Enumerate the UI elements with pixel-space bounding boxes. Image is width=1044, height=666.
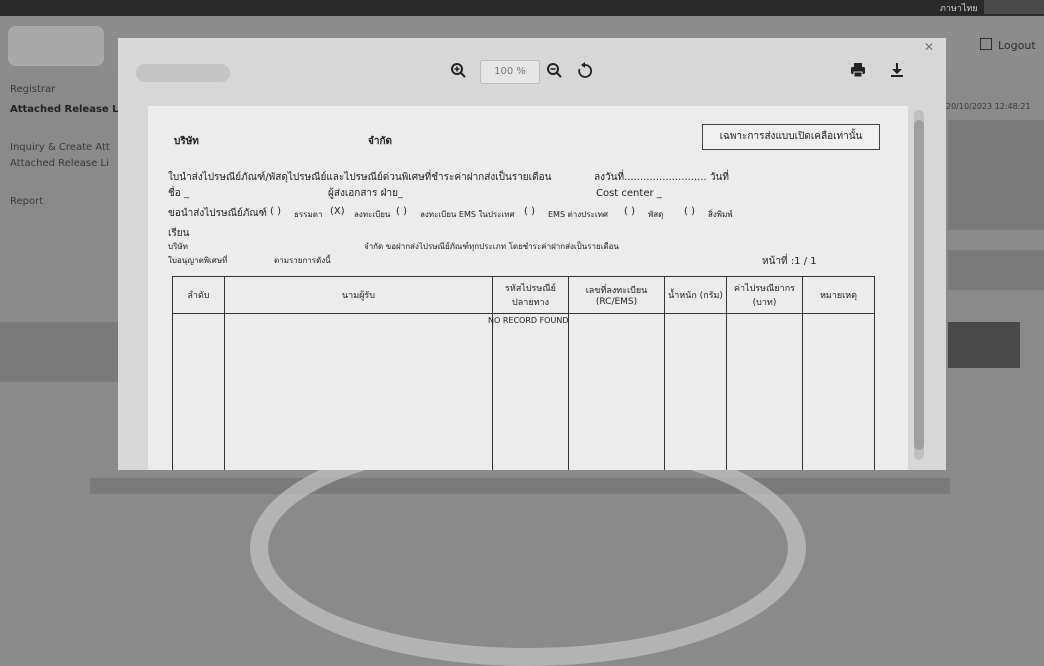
zoom-out-icon[interactable] [546, 62, 562, 82]
table-cell [172, 313, 225, 470]
logout-button[interactable]: Logout [980, 38, 1036, 52]
to-label: เรียน [168, 228, 190, 239]
option-4-mark: ( ) [524, 206, 535, 217]
items-table: ลำดับ นามผู้รับ รหัสไปรษณีย์ ปลายทาง เลข… [172, 276, 875, 470]
table-cell [726, 313, 803, 470]
sidebar-item-registrar[interactable]: Registrar [10, 84, 55, 95]
document-title-placeholder [136, 64, 230, 82]
col-seq: ลำดับ [172, 276, 225, 314]
pdf-viewer-modal: 100 % บริษัท จำกัด เฉพาะการส่งแบบเปิดเคล… [118, 38, 946, 470]
date-line: ลงวันที่.......................... วันที… [594, 172, 729, 183]
sidebar-item-inquiry-create[interactable]: Inquiry & Create Att [10, 142, 110, 153]
name-label: ชื่อ _ [168, 188, 189, 199]
license-label: ใบอนุญาตพิเศษที่ [168, 256, 228, 265]
document-page: บริษัท จำกัด เฉพาะการส่งแบบเปิดเคลือเท่า… [148, 106, 908, 470]
col-postcode: รหัสไปรษณีย์ ปลายทาง [492, 276, 569, 314]
company-line-right: จำกัด ขอฝากส่งไปรษณีย์ภัณฑ์ทุกประเภท โดย… [364, 242, 619, 251]
list-label: ตามรายการดังนี้ [274, 256, 331, 265]
table-cell [224, 313, 493, 470]
app-logo [8, 26, 104, 66]
option-1-text: ธรรมดา [294, 210, 323, 219]
option-4-text: EMS ต่างประเทศ [548, 210, 608, 219]
sender-label: ผู้ส่งเอกสาร ฝ่าย_ [328, 188, 403, 199]
zoom-level-field[interactable]: 100 % [480, 60, 540, 84]
option-5-text: พัสดุ [648, 210, 664, 219]
option-2-text: ลงทะเบียน [354, 210, 391, 219]
page-number: หน้าที่ :1 / 1 [762, 256, 817, 267]
download-icon[interactable] [890, 62, 904, 82]
form-title: ใบนำส่งไปรษณีย์ภัณฑ์/พัสดุไปรษณีย์และไปร… [168, 172, 552, 183]
close-icon[interactable]: ✕ [924, 40, 934, 54]
top-bar [0, 0, 1044, 16]
current-datetime: 20/10/2023 12:48:21 [946, 102, 1031, 111]
background-button [948, 322, 1020, 368]
option-1-mark: ( ) [270, 206, 281, 217]
col-recipient: นามผู้รับ [224, 276, 493, 314]
logout-icon [980, 38, 992, 50]
option-5-mark: ( ) [624, 206, 635, 217]
rotate-icon[interactable] [576, 62, 594, 84]
table-cell [568, 313, 665, 470]
cost-center-label: Cost center _ [596, 188, 662, 199]
option-6-mark: ( ) [684, 206, 695, 217]
logout-label: Logout [998, 39, 1036, 52]
option-6-text: สิ่งพิมพ์ [708, 210, 733, 219]
restriction-badge: เฉพาะการส่งแบบเปิดเคลือเท่านั้น [702, 124, 880, 150]
option-3-mark: ( ) [396, 206, 407, 217]
zoom-value: 100 [494, 66, 514, 77]
sidebar-item-report[interactable]: Report [10, 196, 43, 207]
print-icon[interactable] [850, 62, 866, 82]
sidebar-item-attached-release[interactable]: Attached Release Le [10, 104, 125, 115]
language-switch-alt[interactable] [984, 0, 1044, 14]
option-3-text: ลงทะเบียน EMS ในประเทศ [420, 210, 515, 219]
company-prefix: บริษัท [174, 136, 199, 147]
zoom-in-icon[interactable] [450, 62, 466, 82]
col-weight: น้ำหนัก (กรัม) [664, 276, 727, 314]
no-record-message: NO RECORD FOUND [488, 316, 569, 325]
background-row [0, 322, 118, 382]
background-panel-2 [948, 250, 1044, 290]
company-suffix: จำกัด [368, 136, 393, 147]
col-postage: ค่าไปรษณียากร (บาท) [726, 276, 803, 314]
table-cell [492, 313, 569, 470]
mail-types-label: ขอนำส่งไปรษณีย์ภัณฑ์ [168, 208, 267, 219]
company-line-left: บริษัท [168, 242, 188, 251]
table-row [172, 313, 875, 470]
sidebar-item-attached-release-list[interactable]: Attached Release Li [10, 158, 109, 169]
background-panel [948, 120, 1044, 230]
viewer-scrollbar-thumb[interactable] [914, 120, 924, 450]
col-registration: เลขที่ลงทะเบียน (RC/EMS) [568, 276, 665, 314]
table-cell [802, 313, 875, 470]
option-2-mark: (X) [330, 206, 345, 217]
language-switch[interactable]: ภาษาไทย [940, 1, 978, 15]
col-remark: หมายเหตุ [802, 276, 875, 314]
table-cell [664, 313, 727, 470]
zoom-unit: % [516, 66, 526, 77]
